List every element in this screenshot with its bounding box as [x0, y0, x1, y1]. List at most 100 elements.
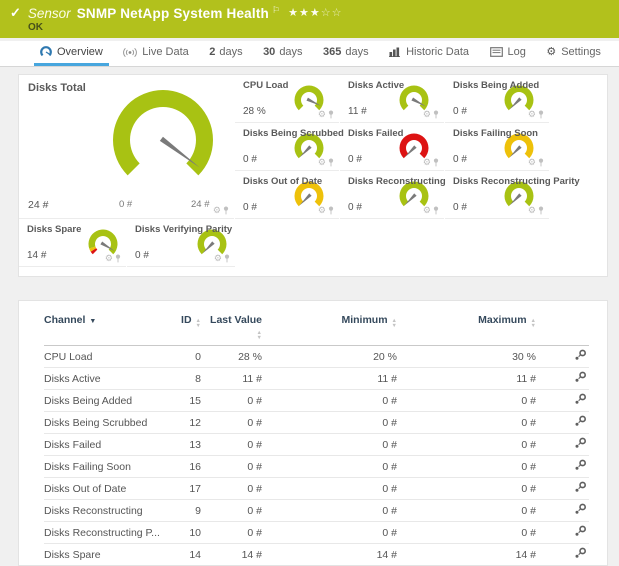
channel-row[interactable]: Disks Out of Date 17 0 # 0 # 0 #	[44, 478, 589, 500]
pin-icon[interactable]	[328, 110, 334, 119]
channel-settings-icon[interactable]	[574, 371, 587, 383]
channel-row[interactable]: CPU Load 0 28 % 20 % 30 %	[44, 346, 589, 368]
gauge-tile-disks-failing-soon[interactable]: Disks Failing Soon 0 # ⚙	[445, 123, 549, 171]
log-icon	[490, 47, 503, 57]
column-header-id[interactable]: ID▲▼	[171, 313, 201, 346]
star-empty-icon[interactable]: ☆	[321, 7, 332, 19]
channel-name: Disks Being Scrubbed	[44, 412, 171, 434]
channel-settings-icon[interactable]	[574, 547, 587, 559]
channel-last-value: 0 #	[201, 478, 262, 500]
star-filled-icon[interactable]: ★	[288, 7, 299, 19]
star-filled-icon[interactable]: ★	[299, 7, 310, 19]
pin-icon[interactable]	[433, 110, 439, 119]
tab-settings[interactable]: ⚙ Settings	[540, 41, 607, 66]
gear-icon[interactable]: ⚙	[528, 206, 536, 215]
gauge-tile-disks-failed[interactable]: Disks Failed 0 # ⚙	[340, 123, 444, 171]
gauge-value: 24 #	[28, 199, 48, 211]
pin-icon[interactable]	[224, 254, 230, 263]
pin-icon[interactable]	[223, 206, 229, 215]
channel-settings-icon[interactable]	[574, 503, 587, 515]
gear-icon[interactable]: ⚙	[423, 206, 431, 215]
gear-icon[interactable]: ⚙	[318, 158, 326, 167]
gauge-tile-disks-being-scrubbed[interactable]: Disks Being Scrubbed 0 # ⚙	[235, 123, 339, 171]
gear-icon[interactable]: ⚙	[528, 110, 536, 119]
channel-id: 12	[171, 412, 201, 434]
tab-30-days[interactable]: 30 days	[257, 41, 309, 66]
pin-icon[interactable]	[433, 158, 439, 167]
channel-row[interactable]: Disks Reconstructing P... 10 0 # 0 # 0 #	[44, 522, 589, 544]
gear-icon[interactable]: ⚙	[423, 158, 431, 167]
tab-live-data[interactable]: Live Data	[117, 41, 194, 66]
channel-row[interactable]: Disks Being Added 15 0 # 0 # 0 #	[44, 390, 589, 412]
channel-settings-icon[interactable]	[574, 525, 587, 537]
gear-icon[interactable]: ⚙	[423, 110, 431, 119]
gauge-tile-disks-reconstructing-parity[interactable]: Disks Reconstructing Parity 0 # ⚙	[445, 171, 549, 219]
column-header-actions	[536, 313, 589, 346]
gauge-tile-disks-out-of-date[interactable]: Disks Out of Date 0 # ⚙	[235, 171, 339, 219]
pin-icon[interactable]	[328, 206, 334, 215]
gear-icon[interactable]: ⚙	[105, 254, 113, 263]
gauge-tile-disks-total[interactable]: Disks Total 0 # 24 # 24 # ⚙	[19, 75, 234, 219]
gauge-value: 11 #	[348, 106, 367, 117]
gauge-value: 0 #	[243, 154, 257, 165]
tab-historic-data[interactable]: Historic Data	[383, 41, 475, 66]
gauge-row-bottom: Disks Spare 14 # ⚙ Disks Verifying Parit…	[19, 219, 607, 267]
channel-settings-icon[interactable]	[574, 481, 587, 493]
gauge-tile-cpu-load[interactable]: CPU Load 28 % ⚙	[235, 75, 339, 123]
channel-last-value: 0 #	[201, 390, 262, 412]
column-header-channel[interactable]: Channel▼	[44, 313, 171, 346]
column-header-maximum[interactable]: Maximum▲▼	[397, 313, 536, 346]
gauge-title: Disks Reconstructing Parity	[453, 176, 580, 187]
pin-icon[interactable]	[328, 158, 334, 167]
gauge-tile-disks-being-added[interactable]: Disks Being Added 0 # ⚙	[445, 75, 549, 123]
gauge-tile-disks-verifying-parity[interactable]: Disks Verifying Parity 0 # ⚙	[127, 219, 235, 267]
tab-2-days[interactable]: 2 days	[203, 41, 248, 66]
gauge-title: Disks Reconstructing	[348, 176, 446, 187]
gear-icon: ⚙	[546, 47, 556, 58]
pin-icon[interactable]	[433, 206, 439, 215]
tab-overview[interactable]: Overview	[34, 41, 109, 66]
gear-icon[interactable]: ⚙	[214, 254, 222, 263]
sort-icon: ▲▼	[531, 319, 536, 328]
gear-icon[interactable]: ⚙	[318, 110, 326, 119]
channel-settings-icon[interactable]	[574, 415, 587, 427]
channel-settings-icon[interactable]	[574, 437, 587, 449]
gear-icon[interactable]: ⚙	[213, 206, 221, 215]
channel-row[interactable]: Disks Spare 14 14 # 14 # 14 #	[44, 544, 589, 566]
channel-settings-icon[interactable]	[574, 459, 587, 471]
channel-row[interactable]: Disks Active 8 11 # 11 # 11 #	[44, 368, 589, 390]
star-empty-icon[interactable]: ☆	[332, 7, 343, 19]
channel-maximum: 0 #	[397, 522, 536, 544]
gauge-value: 0 #	[453, 202, 467, 213]
gauge-value: 0 #	[135, 250, 149, 261]
priority-star-rating[interactable]: ★★★☆☆	[288, 6, 342, 19]
channel-last-value: 0 #	[201, 456, 262, 478]
pin-icon[interactable]	[538, 206, 544, 215]
column-header-minimum[interactable]: Minimum▲▼	[262, 313, 397, 346]
channel-settings-icon[interactable]	[574, 393, 587, 405]
gauge-tile-disks-spare[interactable]: Disks Spare 14 # ⚙	[19, 219, 126, 267]
pin-icon[interactable]	[538, 110, 544, 119]
star-filled-icon[interactable]: ★	[310, 7, 321, 19]
channel-maximum: 0 #	[397, 456, 536, 478]
priority-flag-icon[interactable]: ⚐	[272, 5, 280, 16]
channel-row[interactable]: Disks Reconstructing 9 0 # 0 # 0 #	[44, 500, 589, 522]
pin-icon[interactable]	[538, 158, 544, 167]
gauge-tile-disks-active[interactable]: Disks Active 11 # ⚙	[340, 75, 444, 123]
channel-settings-icon[interactable]	[574, 349, 587, 361]
gauge-value: 0 #	[243, 202, 257, 213]
channel-row[interactable]: Disks Failed 13 0 # 0 # 0 #	[44, 434, 589, 456]
pin-icon[interactable]	[115, 254, 121, 263]
gauge-title: Disks Failing Soon	[453, 128, 538, 139]
column-header-last-value[interactable]: Last Value▲▼	[201, 313, 262, 346]
gear-icon[interactable]: ⚙	[318, 206, 326, 215]
live-icon	[123, 47, 137, 58]
channel-row[interactable]: Disks Failing Soon 16 0 # 0 # 0 #	[44, 456, 589, 478]
gear-icon[interactable]: ⚙	[528, 158, 536, 167]
gauge-tile-disks-reconstructing[interactable]: Disks Reconstructing 0 # ⚙	[340, 171, 444, 219]
gauge-title: Disks Out of Date	[243, 176, 322, 187]
tab-log[interactable]: Log	[484, 41, 532, 66]
channel-name: Disks Reconstructing	[44, 500, 171, 522]
channel-row[interactable]: Disks Being Scrubbed 12 0 # 0 # 0 #	[44, 412, 589, 434]
tab-365-days[interactable]: 365 days	[317, 41, 375, 66]
